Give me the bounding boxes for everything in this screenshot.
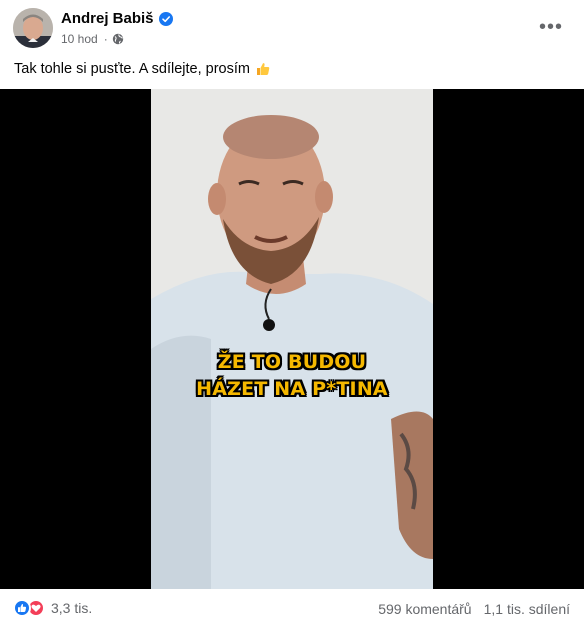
video-subtitle-line-1: ŽE TO BUDOU [217,351,367,373]
post-timestamp[interactable]: 10 hod [61,32,98,46]
facebook-post: Andrej Babiš 10 hod · ••• Tak tohle si p… [0,0,584,628]
avatar-photo [13,8,53,48]
author-avatar[interactable] [13,8,53,48]
post-caption: Tak tohle si pusťte. A sdílejte, prosím [14,61,271,77]
meta-separator: · [103,32,108,46]
post-footer: 3,3 tis. 599 komentářů 1,1 tis. sdílení [0,589,584,628]
post-meta: 10 hod · [61,32,124,46]
video-subtitle-line-2: HÁZET NA P*TINA [196,378,388,400]
author-name[interactable]: Andrej Babiš [61,10,173,27]
verified-badge-icon [158,11,173,26]
author-name-text: Andrej Babiš [61,10,154,27]
globe-icon [112,33,123,45]
engagement-stats: 599 komentářů 1,1 tis. sdílení [378,601,570,617]
video-scene [151,89,433,589]
video-player[interactable]: ŽE TO BUDOU HÁZET NA P*TINA [0,89,584,589]
more-options-button[interactable]: ••• [538,16,564,38]
shares-count-link[interactable]: 1,1 tis. sdílení [484,601,570,617]
more-dots-icon: ••• [538,15,563,38]
thumbs-up-icon [256,63,270,75]
reactions-summary[interactable]: 3,3 tis. [13,599,92,617]
video-frame: ŽE TO BUDOU HÁZET NA P*TINA [151,89,433,589]
post-header: Andrej Babiš 10 hod · ••• [0,0,584,56]
comments-count-link[interactable]: 599 komentářů [378,601,471,617]
like-icon [13,599,31,617]
caption-text: Tak tohle si pusťte. A sdílejte, prosím [14,61,250,77]
reaction-count: 3,3 tis. [51,600,93,616]
